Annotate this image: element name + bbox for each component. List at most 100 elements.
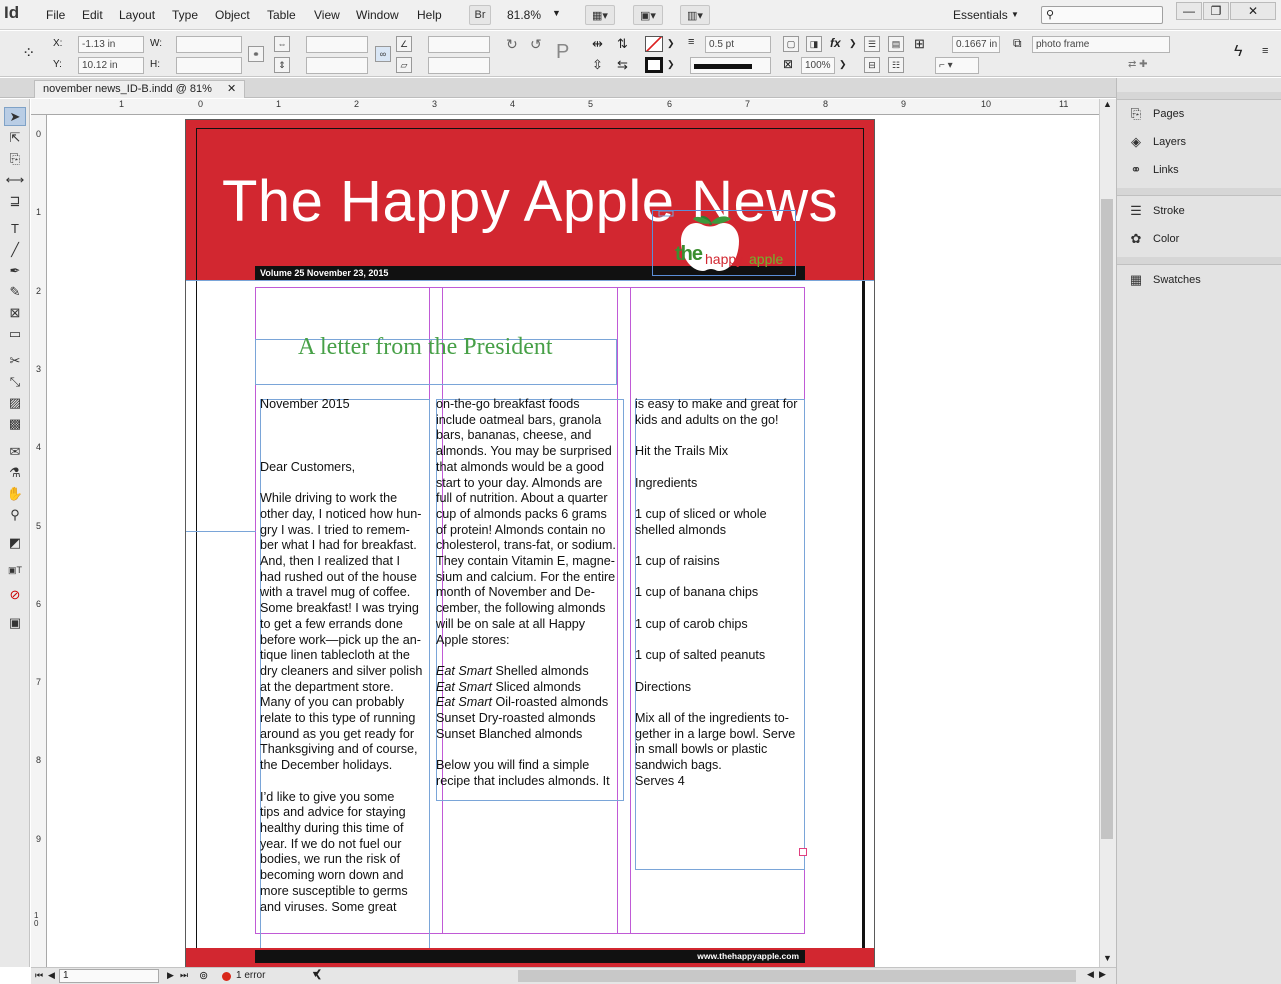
select-container-icon[interactable]: ⇅ bbox=[617, 36, 628, 52]
vertical-scroll-thumb[interactable] bbox=[1101, 199, 1113, 839]
type-tool-icon[interactable]: T bbox=[4, 219, 26, 238]
layers-panel-tab[interactable]: ◈ Layers bbox=[1127, 132, 1186, 152]
opacity-field[interactable]: 100% bbox=[801, 57, 835, 74]
scale-x-icon[interactable]: ⇔ bbox=[274, 36, 290, 52]
document-tab[interactable]: november news_ID-B.indd @ 81% ✕ bbox=[34, 80, 246, 98]
rotate-icon[interactable]: ∠ bbox=[396, 36, 412, 52]
menu-object[interactable]: Object bbox=[215, 8, 250, 22]
note-tool-icon[interactable]: ✉ bbox=[4, 442, 26, 461]
chevron-right-icon[interactable]: ❯ bbox=[839, 59, 847, 70]
x-field[interactable]: -1.13 in bbox=[78, 36, 144, 53]
corner-shape-select[interactable]: ⌐ ▾ bbox=[935, 57, 979, 74]
rotate-ccw-icon[interactable]: ↺ bbox=[530, 36, 542, 53]
rectangle-tool-icon[interactable]: ▭ bbox=[4, 324, 26, 343]
bridge-button[interactable]: Br bbox=[469, 5, 491, 25]
constrain-proportions-icon[interactable]: ⚭ bbox=[248, 46, 264, 62]
align-top-icon[interactable]: ☰ bbox=[864, 36, 880, 52]
gap-tool-icon[interactable]: ⟷ bbox=[4, 170, 26, 189]
content-collector-icon[interactable]: ⊒ bbox=[4, 191, 26, 210]
line-tool-icon[interactable]: ╱ bbox=[4, 240, 26, 259]
previous-page-icon[interactable]: ◀ bbox=[48, 970, 55, 981]
width-field[interactable] bbox=[176, 36, 242, 53]
restore-button[interactable]: ❐ bbox=[1203, 2, 1229, 20]
gradient-feather-tool-icon[interactable]: ▩ bbox=[4, 414, 26, 433]
view-options-button[interactable]: ▦▾ bbox=[585, 5, 615, 25]
swatches-panel-tab[interactable]: ▦ Swatches bbox=[1127, 270, 1201, 290]
text-frame-icon[interactable]: P bbox=[556, 41, 569, 64]
menu-view[interactable]: View bbox=[314, 8, 340, 22]
eyedropper-tool-icon[interactable]: ⚗ bbox=[4, 463, 26, 482]
menu-layout[interactable]: Layout bbox=[119, 8, 155, 22]
links-panel-tab[interactable]: ⚭ Links bbox=[1127, 160, 1179, 180]
menu-file[interactable]: File bbox=[46, 8, 65, 22]
chevron-right-icon[interactable]: ❯ bbox=[849, 38, 857, 49]
close-button[interactable]: ✕ bbox=[1230, 2, 1276, 20]
horizontal-scroll-thumb[interactable] bbox=[518, 970, 1076, 982]
article-column-3[interactable]: is easy to make and great for kids and a… bbox=[635, 397, 807, 790]
align-center-icon[interactable]: ⊟ bbox=[864, 57, 880, 73]
screen-mode-icon[interactable]: ▣ bbox=[4, 613, 26, 632]
pages-panel-tab[interactable]: ⎘ Pages bbox=[1127, 104, 1184, 124]
panel-menu-icon[interactable]: ≡ bbox=[1262, 45, 1268, 57]
effects-icon[interactable]: fx bbox=[830, 36, 841, 50]
chevron-down-icon[interactable]: ▼ bbox=[1011, 10, 1019, 19]
menu-type[interactable]: Type bbox=[172, 8, 198, 22]
error-count[interactable]: 1 error bbox=[236, 970, 265, 981]
object-style-select[interactable]: photo frame bbox=[1032, 36, 1170, 53]
flip-vertical-icon[interactable]: ⇳ bbox=[592, 57, 603, 73]
scroll-down-icon[interactable]: ▼ bbox=[1103, 953, 1112, 963]
pencil-tool-icon[interactable]: ✎ bbox=[4, 282, 26, 301]
preflight-icon[interactable]: ⊚ bbox=[199, 969, 208, 982]
search-input[interactable]: ⚲ bbox=[1041, 6, 1163, 24]
zoom-tool-icon[interactable]: ⚲ bbox=[4, 505, 26, 524]
apply-none-icon[interactable]: ⊘ bbox=[4, 585, 26, 604]
object-style-actions-icon[interactable]: ⇄ ✚ bbox=[1128, 59, 1148, 70]
scissors-tool-icon[interactable]: ✂ bbox=[4, 351, 26, 370]
chevron-left-icon[interactable]: ❮ bbox=[314, 969, 322, 980]
selection-tool-icon[interactable]: ➤ bbox=[4, 107, 26, 126]
first-page-icon[interactable]: ⏮ bbox=[35, 970, 43, 981]
minimize-button[interactable]: — bbox=[1176, 2, 1202, 20]
chevron-right-icon[interactable]: ❯ bbox=[667, 59, 675, 70]
close-icon[interactable]: ✕ bbox=[227, 83, 236, 95]
formatting-affects-icon[interactable]: ▣T bbox=[4, 561, 26, 580]
fill-swatch[interactable] bbox=[645, 36, 663, 52]
shear-field[interactable] bbox=[428, 57, 490, 74]
shadow-icon[interactable]: ◨ bbox=[806, 36, 822, 52]
stroke-weight-field[interactable]: 0.5 pt bbox=[705, 36, 771, 53]
free-transform-tool-icon[interactable]: ⤡ bbox=[4, 372, 26, 391]
rotate-cw-icon[interactable]: ↻ bbox=[506, 36, 518, 53]
color-panel-tab[interactable]: ✿ Color bbox=[1127, 229, 1180, 249]
arrange-documents-button[interactable]: ▥▾ bbox=[680, 5, 710, 25]
menu-window[interactable]: Window bbox=[356, 8, 399, 22]
offset-field[interactable]: 0.1667 in bbox=[952, 36, 1000, 53]
dock-grip[interactable] bbox=[1117, 188, 1281, 196]
fit-content-icon[interactable]: ☷ bbox=[888, 57, 904, 73]
footer-url[interactable]: www.thehappyapple.com bbox=[255, 950, 805, 963]
flip-horizontal-icon[interactable]: ⇹ bbox=[592, 36, 603, 52]
quick-apply-icon[interactable]: ϟ bbox=[1234, 43, 1242, 61]
scale-y-icon[interactable]: ⇕ bbox=[274, 57, 290, 73]
dock-grip[interactable] bbox=[1117, 92, 1281, 100]
article-column-2[interactable]: on-the-go breakfast foods include oatmea… bbox=[436, 397, 626, 790]
height-field[interactable] bbox=[176, 57, 242, 74]
letter-title[interactable]: A letter from the President bbox=[298, 334, 553, 361]
zoom-level[interactable]: 81.8% bbox=[507, 8, 541, 22]
link-scale-icon[interactable]: ∞ bbox=[375, 46, 391, 62]
chevron-down-icon[interactable]: ▼ bbox=[552, 8, 561, 18]
scroll-right-icon[interactable]: ▶ bbox=[1099, 969, 1106, 980]
stroke-type-select[interactable] bbox=[690, 57, 771, 74]
dock-grip[interactable] bbox=[1117, 257, 1281, 265]
scroll-left-icon[interactable]: ◀ bbox=[1087, 969, 1094, 980]
menu-edit[interactable]: Edit bbox=[82, 8, 103, 22]
page-tool-icon[interactable]: ⎘ bbox=[4, 149, 26, 168]
y-field[interactable]: 10.12 in bbox=[78, 57, 144, 74]
fit-frame-icon[interactable]: ▤ bbox=[888, 36, 904, 52]
workspace-switcher[interactable]: Essentials bbox=[953, 8, 1008, 22]
menu-table[interactable]: Table bbox=[267, 8, 296, 22]
page-number-field[interactable]: 1 bbox=[59, 969, 159, 983]
gradient-swatch-tool-icon[interactable]: ▨ bbox=[4, 393, 26, 412]
menu-help[interactable]: Help bbox=[417, 8, 442, 22]
rectangle-frame-tool-icon[interactable]: ⊠ bbox=[4, 303, 26, 322]
rotate-field[interactable] bbox=[428, 36, 490, 53]
